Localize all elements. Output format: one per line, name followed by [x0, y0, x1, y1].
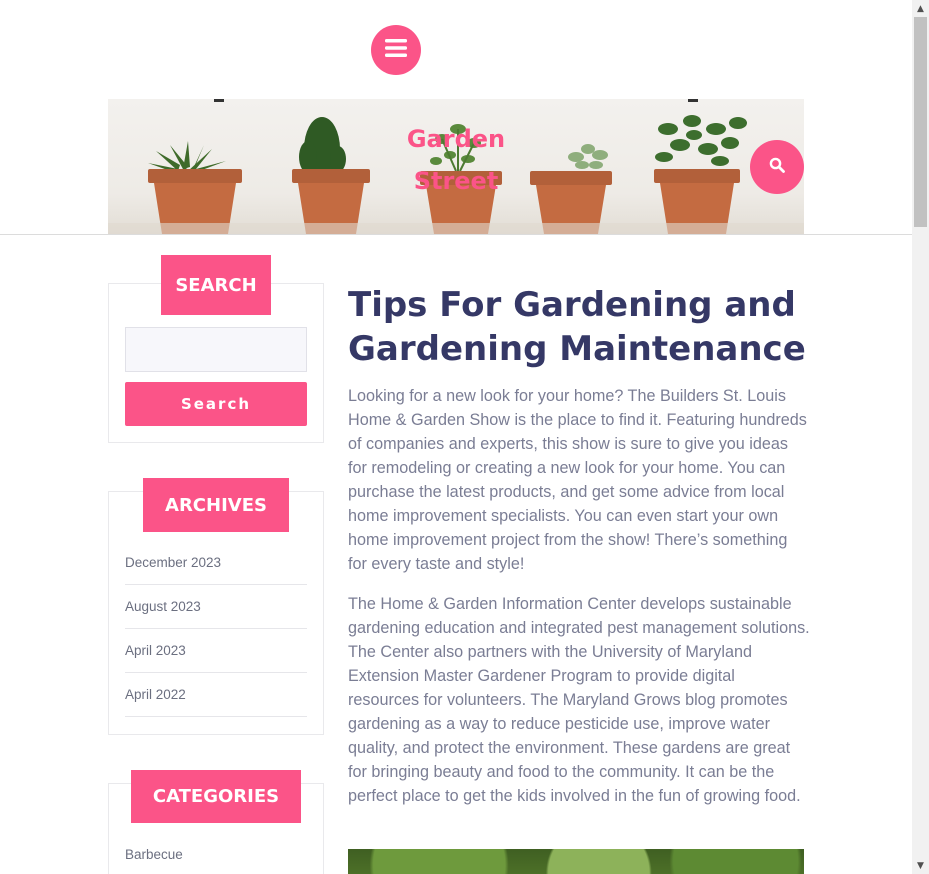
sidebar-search-input[interactable]	[125, 327, 307, 372]
post-paragraph: The Home & Garden Information Center dev…	[348, 595, 810, 805]
page-scrollbar[interactable]: ▲ ▼	[912, 0, 929, 874]
archive-link[interactable]: April 2023	[125, 629, 307, 673]
scroll-up-arrow-icon[interactable]: ▲	[912, 0, 929, 17]
hamburger-icon	[385, 39, 407, 61]
archive-link[interactable]: December 2023	[125, 541, 307, 585]
menu-button[interactable]	[371, 25, 421, 75]
search-icon	[769, 157, 785, 177]
categories-widget-title: CATEGORIES	[131, 770, 301, 823]
post-image	[348, 849, 804, 874]
archives-widget-title: ARCHIVES	[143, 478, 289, 532]
header-search-button[interactable]	[750, 140, 804, 194]
archive-link[interactable]: April 2022	[125, 673, 307, 717]
post-title[interactable]: Tips For Gardening and Gardening Mainten…	[348, 283, 808, 371]
page: Garden Street SEARCH Search ARCHIVES Dec…	[0, 0, 912, 874]
site-title[interactable]: Garden Street	[400, 118, 512, 202]
sidebar-search-button[interactable]: Search	[125, 382, 307, 426]
post-paragraph: Looking for a new look for your home? Th…	[348, 387, 807, 573]
site-title-line1: Garden	[406, 125, 506, 153]
scrollbar-thumb[interactable]	[914, 17, 927, 227]
category-link[interactable]: Barbecue	[125, 832, 307, 874]
scroll-down-arrow-icon[interactable]: ▼	[912, 857, 929, 874]
header-divider	[0, 234, 912, 235]
site-title-line2: Street	[413, 167, 499, 195]
search-widget-title: SEARCH	[161, 255, 271, 315]
archive-link[interactable]: August 2023	[125, 585, 307, 629]
